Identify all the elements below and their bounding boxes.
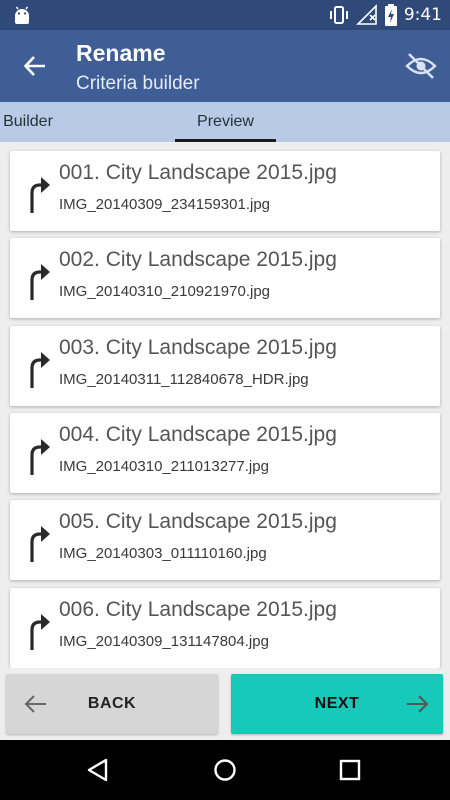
new-file-name: 002. City Landscape 2015.jpg [59,248,337,271]
original-file-name: IMG_20140311_112840678_HDR.jpg [59,371,309,388]
file-list[interactable]: 001. City Landscape 2015.jpg IMG_2014030… [0,142,450,668]
back-button[interactable] [18,50,52,82]
original-file-name: IMG_20140309_234159301.jpg [59,196,271,213]
tab-bar: Builder Preview [0,102,450,142]
visibility-off-icon [405,53,437,79]
next-step-button[interactable]: NEXT [231,674,443,734]
arrow-left-icon [24,695,46,713]
arrow-right-icon [407,695,429,713]
rename-arrow-icon [30,439,50,475]
file-card-6[interactable]: 006. City Landscape 2015.jpg IMG_2014030… [10,588,440,668]
rename-arrow-icon [30,526,50,562]
toggle-visibility-button[interactable] [404,50,438,82]
file-card-3[interactable]: 003. City Landscape 2015.jpg IMG_2014031… [10,326,440,406]
new-file-name: 004. City Landscape 2015.jpg [59,423,337,446]
file-card-4[interactable]: 004. City Landscape 2015.jpg IMG_2014031… [10,413,440,493]
rename-arrow-icon [30,177,50,213]
nav-home-icon[interactable] [212,757,238,783]
file-card-5[interactable]: 005. City Landscape 2015.jpg IMG_2014030… [10,500,440,580]
rename-arrow-icon [30,264,50,300]
page-title: Rename [76,40,166,66]
original-file-name: IMG_20140310_211013277.jpg [59,458,269,475]
android-icon [15,6,29,24]
new-file-name: 006. City Landscape 2015.jpg [59,598,337,621]
new-file-name: 001. City Landscape 2015.jpg [59,161,337,184]
nav-recents-icon[interactable] [337,757,363,783]
system-nav-bar [0,740,450,800]
status-time: 9:41 [403,5,442,25]
app-bar: Rename Criteria builder [0,30,450,102]
rename-arrow-icon [30,352,50,388]
original-file-name: IMG_20140310_210921970.jpg [59,283,271,300]
nav-back-icon[interactable] [86,757,112,783]
new-file-name: 005. City Landscape 2015.jpg [59,510,337,533]
tab-preview[interactable]: Preview [175,102,276,142]
rename-arrow-icon [30,614,50,650]
original-file-name: IMG_20140303_011110160.jpg [59,545,267,562]
original-file-name: IMG_20140309_131147804.jpg [59,633,269,650]
battery-charging-icon [384,4,397,26]
back-step-button[interactable]: BACK [6,674,218,734]
status-bar: 9:41 [0,0,450,30]
vibrate-icon [329,6,348,24]
arrow-back-icon [23,56,45,76]
back-step-label: BACK [87,695,137,712]
file-card-2[interactable]: 002. City Landscape 2015.jpg IMG_2014031… [10,238,440,318]
file-card-1[interactable]: 001. City Landscape 2015.jpg IMG_2014030… [10,151,440,231]
page-subtitle: Criteria builder [76,73,200,94]
new-file-name: 003. City Landscape 2015.jpg [59,336,337,359]
tab-builder[interactable]: Builder [0,102,66,142]
wizard-footer: BACK NEXT [0,668,450,740]
next-step-label: NEXT [314,695,360,712]
wifi-off-icon [355,4,377,25]
